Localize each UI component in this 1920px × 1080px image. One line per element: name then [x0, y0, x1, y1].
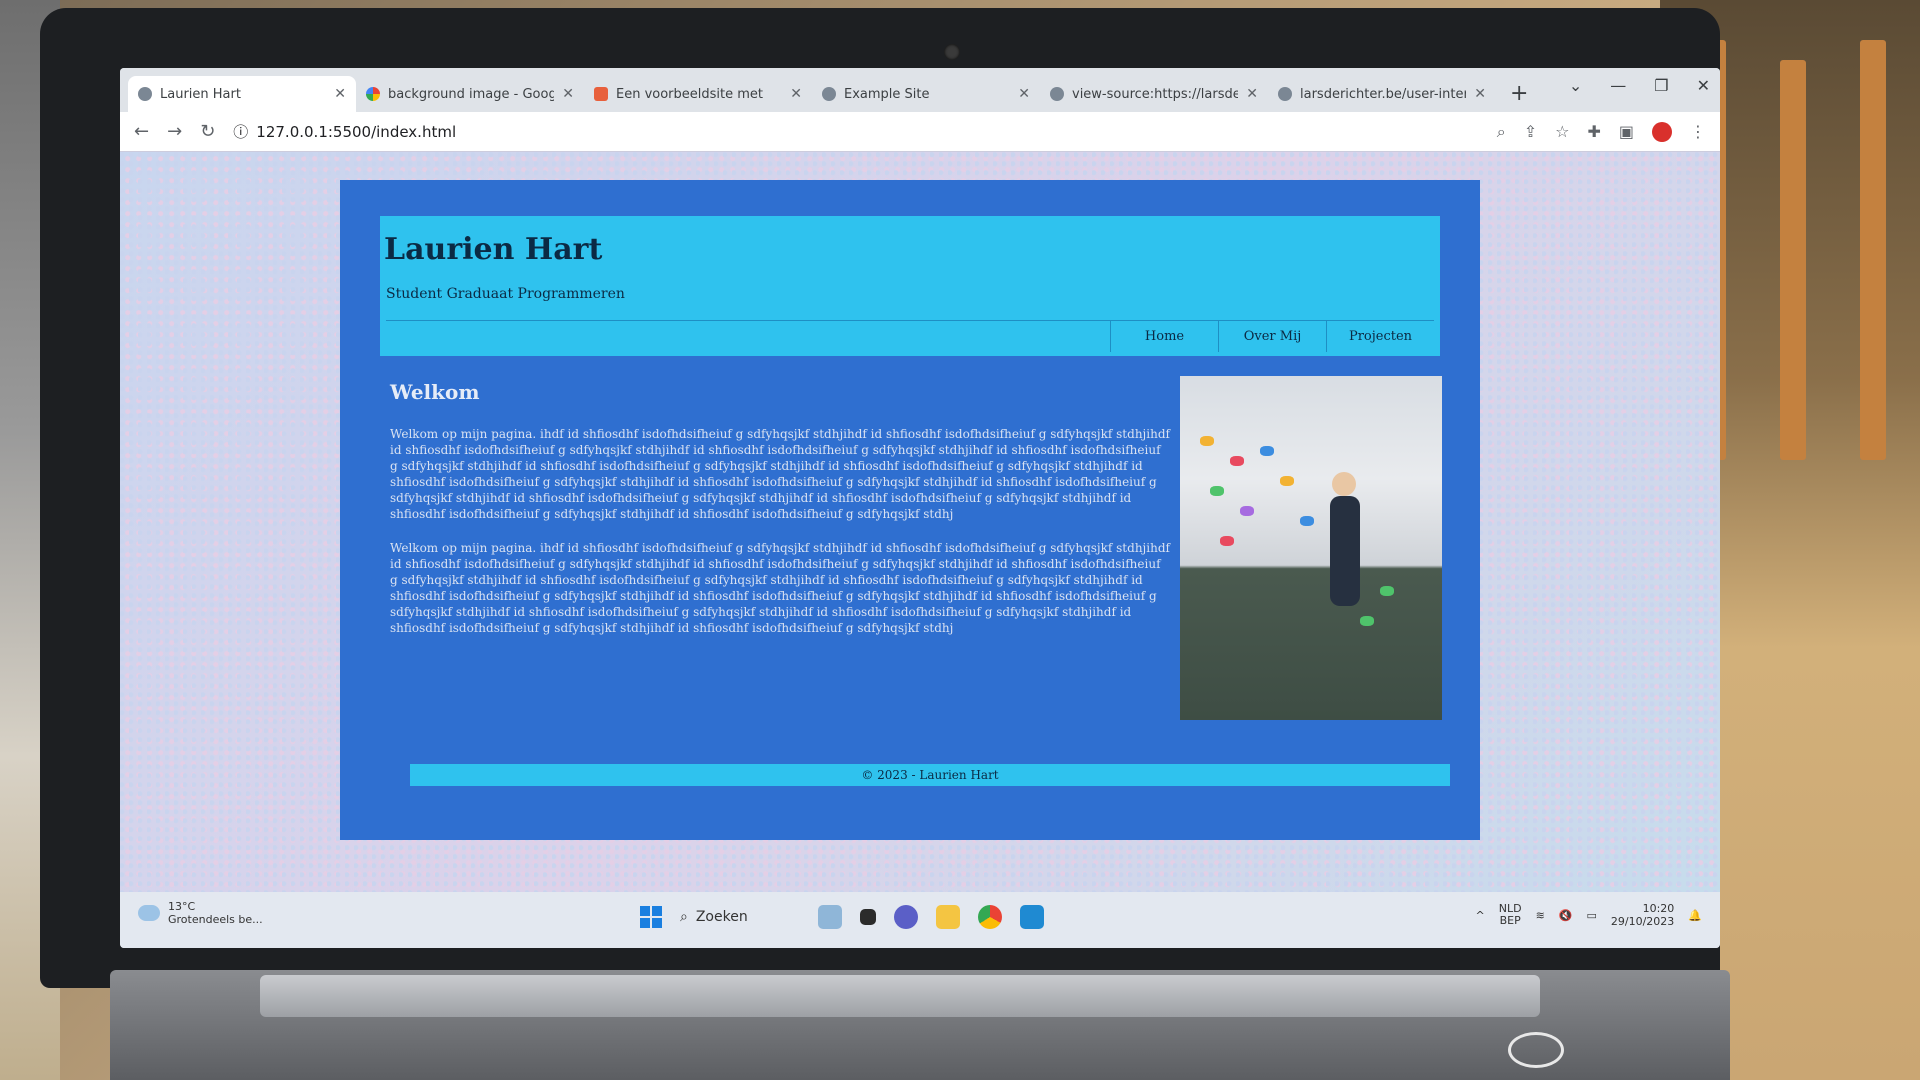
search-label: Zoeken [695, 909, 748, 925]
volume-muted-icon[interactable]: 🔇 [1559, 909, 1573, 922]
address-bar[interactable]: ⓘ 127.0.0.1:5500/index.html [233, 117, 1478, 147]
paragraph: Welkom op mijn pagina. ihdf id shfiosdhf… [390, 541, 1170, 635]
task-view-icon[interactable] [860, 909, 876, 925]
taskbar-search[interactable]: ⌕ Zoeken [680, 902, 800, 932]
welcome-heading: Welkom [390, 380, 480, 404]
browser-toolbar: ← → ↻ ⓘ 127.0.0.1:5500/index.html ⌕ ⇪ ☆ … [120, 112, 1720, 152]
close-icon[interactable]: ✕ [334, 86, 346, 102]
chrome-icon[interactable] [978, 905, 1002, 929]
climber-body [1330, 496, 1360, 606]
close-icon[interactable]: ✕ [1474, 86, 1486, 102]
battery-icon[interactable]: ▭ [1586, 909, 1596, 922]
browser-tab-bar: Laurien Hart ✕ background image - Goog ✕… [120, 68, 1720, 112]
language-indicator[interactable]: NLD BEP [1499, 903, 1522, 927]
page-viewport: Laurien Hart Student Graduaat Programmer… [120, 152, 1720, 892]
laptop-screen: Laurien Hart ✕ background image - Goog ✕… [120, 68, 1720, 948]
tab-laurien-hart[interactable]: Laurien Hart ✕ [128, 76, 356, 112]
cloud-icon [138, 905, 160, 921]
globe-icon [138, 87, 152, 101]
reload-icon[interactable]: ↻ [200, 121, 215, 142]
globe-icon [1050, 87, 1064, 101]
clock-date: 29/10/2023 [1610, 915, 1675, 928]
bookmark-star-icon[interactable]: ☆ [1555, 122, 1569, 141]
zoom-icon[interactable]: ⌕ [1497, 122, 1506, 142]
tab-title: Example Site [844, 86, 930, 102]
climber [1332, 472, 1356, 496]
tab-example-site[interactable]: Example Site ✕ [812, 76, 1040, 112]
windows-start-icon[interactable] [640, 906, 662, 928]
nav-link-over-mij[interactable]: Over Mij [1218, 321, 1326, 352]
back-arrow-icon[interactable]: ← [134, 121, 149, 142]
clock-time: 10:20 [1642, 902, 1675, 915]
webcam [944, 44, 960, 60]
close-icon[interactable]: ✕ [1018, 86, 1030, 102]
window-controls: ⌄ — ❐ ✕ [1569, 76, 1710, 95]
tab-voorbeeldsite[interactable]: Een voorbeeldsite met ✕ [584, 76, 812, 112]
taskbar-apps: ⌕ Zoeken [640, 902, 1044, 932]
tab-larsderichter[interactable]: larsderichter.be/user-inter ✕ [1268, 76, 1496, 112]
new-tab-button[interactable]: + [1496, 81, 1542, 112]
url-text: 127.0.0.1:5500/index.html [256, 122, 457, 141]
nav-link-projecten[interactable]: Projecten [1326, 321, 1434, 352]
clock[interactable]: 10:20 29/10/2023 [1611, 902, 1674, 928]
windows-taskbar: 13°C Grotendeels be... ⌕ Zoeken ^ NLD BE… [120, 892, 1720, 948]
weather-widget[interactable]: 13°C Grotendeels be... [138, 900, 263, 926]
search-icon: ⌕ [680, 909, 688, 925]
system-tray: ^ NLD BEP ≋ 🔇 ▭ 10:20 29/10/2023 🔔 [1476, 902, 1702, 928]
weather-temp: 13°C [168, 900, 196, 913]
minimize-icon[interactable]: — [1610, 76, 1626, 95]
paragraph: Welkom op mijn pagina. ihdf id shfiosdhf… [390, 427, 1170, 521]
side-panel-icon[interactable]: ▣ [1619, 122, 1634, 141]
tab-search-icon[interactable]: ⌄ [1569, 76, 1582, 95]
google-icon [366, 87, 380, 101]
restore-icon[interactable]: ❐ [1654, 76, 1668, 95]
app-icon [594, 87, 608, 101]
page-container: Laurien Hart Student Graduaat Programmer… [340, 180, 1480, 840]
vscode-icon[interactable] [1020, 905, 1044, 929]
globe-icon [822, 87, 836, 101]
forward-arrow-icon[interactable]: → [167, 121, 182, 142]
laptop-hinge [260, 975, 1540, 1017]
site-navigation: Home Over Mij Projecten [386, 320, 1434, 352]
profile-avatar-icon[interactable] [1652, 121, 1672, 142]
share-icon[interactable]: ⇪ [1524, 122, 1537, 141]
tab-title: Een voorbeeldsite met [616, 86, 764, 102]
menu-kebab-icon[interactable]: ⋮ [1690, 122, 1706, 141]
climbing-photo [1180, 376, 1442, 720]
notification-bell-icon[interactable]: 🔔 [1688, 909, 1702, 922]
wifi-icon[interactable]: ≋ [1536, 909, 1545, 922]
power-button-icon [1508, 1032, 1564, 1068]
close-icon[interactable]: ✕ [1246, 86, 1258, 102]
close-icon[interactable]: ✕ [562, 86, 574, 102]
toolbar-icons: ⌕ ⇪ ☆ ✚ ▣ ⋮ [1497, 121, 1706, 142]
tab-view-source[interactable]: view-source:https://larsde ✕ [1040, 76, 1268, 112]
globe-icon [1278, 87, 1292, 101]
tab-title: view-source:https://larsde [1072, 86, 1239, 102]
site-header: Laurien Hart Student Graduaat Programmer… [380, 216, 1440, 356]
laptop-lid: Laurien Hart ✕ background image - Goog ✕… [40, 8, 1720, 988]
nav-link-home[interactable]: Home [1110, 321, 1218, 352]
weather-desc: Grotendeels be... [168, 913, 263, 926]
close-icon[interactable]: ✕ [790, 86, 802, 102]
site-footer: © 2023 - Laurien Hart [410, 764, 1450, 786]
info-icon[interactable]: ⓘ [233, 121, 248, 142]
teams-chat-icon[interactable] [894, 905, 918, 929]
tab-title: larsderichter.be/user-inter [1300, 86, 1467, 102]
tab-background-image[interactable]: background image - Goog ✕ [356, 76, 584, 112]
site-subtitle: Student Graduaat Programmeren [386, 286, 625, 302]
site-title: Laurien Hart [384, 232, 603, 267]
tab-title: Laurien Hart [160, 86, 241, 102]
file-explorer-icon[interactable] [936, 905, 960, 929]
main-content: Welkom Welkom op mijn pagina. ihdf id sh… [390, 380, 1170, 654]
chevron-up-icon[interactable]: ^ [1476, 909, 1485, 922]
keyboard-layout: BEP [1499, 914, 1521, 927]
widgets-icon[interactable] [818, 905, 842, 929]
close-window-icon[interactable]: ✕ [1697, 76, 1710, 95]
tab-title: background image - Goog [388, 86, 555, 102]
extensions-puzzle-icon[interactable]: ✚ [1587, 122, 1600, 141]
